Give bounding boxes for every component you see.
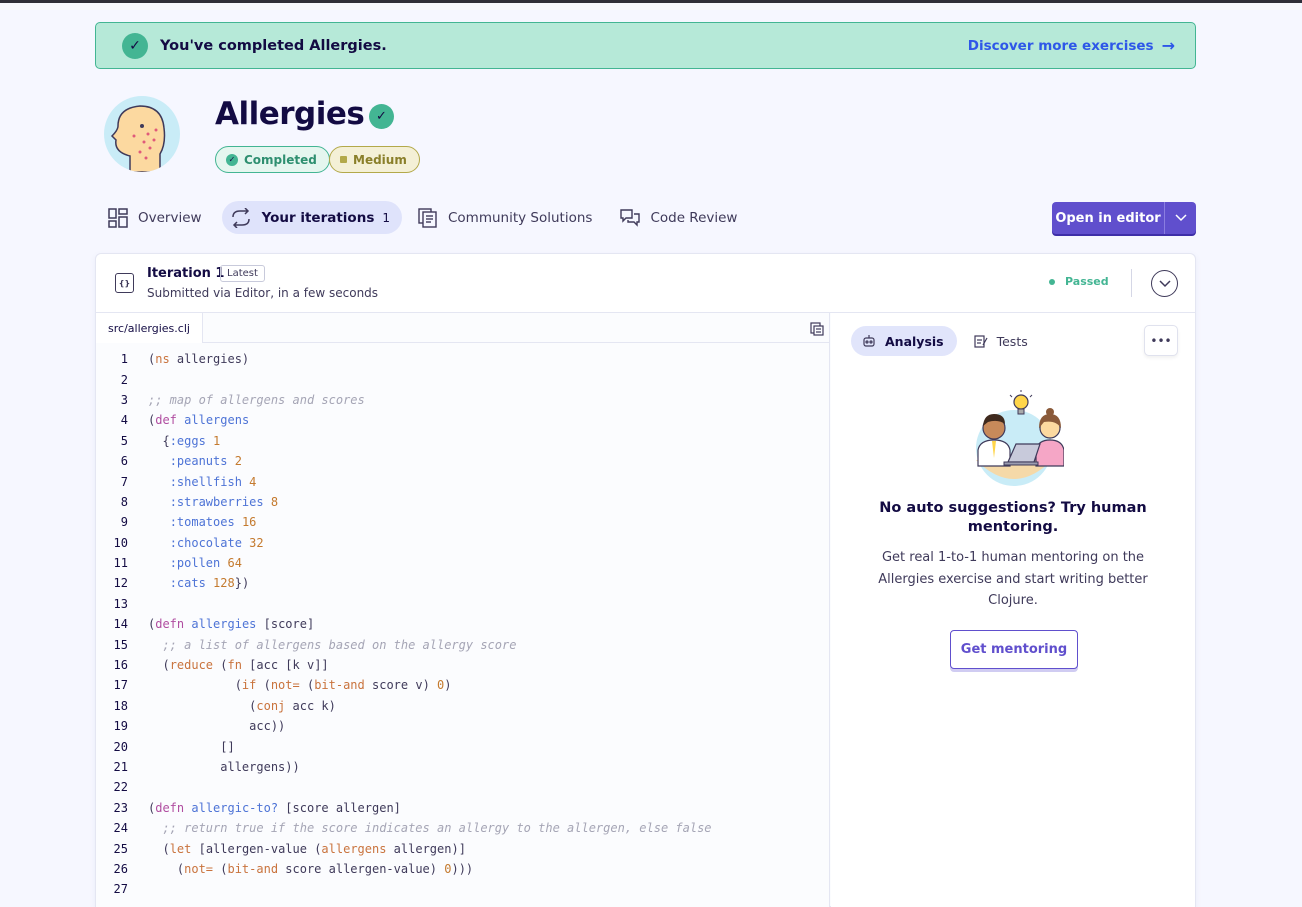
code-review-icon	[620, 208, 641, 227]
code-line: 26 (not= (bit-and score allergen-value) …	[113, 861, 474, 876]
completed-check-icon: ✓	[369, 104, 394, 129]
robot-icon	[863, 335, 875, 347]
code-line: 6 :peanuts 2	[120, 454, 242, 469]
arrow-right-icon: →	[1161, 36, 1175, 55]
discover-link-label: Discover more exercises	[967, 37, 1154, 54]
community-icon	[418, 207, 437, 228]
code-line: 21 allergens))	[113, 760, 300, 774]
file-tab[interactable]: src/allergies.clj	[96, 313, 203, 343]
page-title: Allergies	[215, 96, 365, 132]
code-line: 5 {:eggs 1	[120, 433, 221, 448]
tests-status: Passed	[1049, 275, 1109, 288]
iterations-icon	[231, 207, 250, 228]
chevron-down-icon[interactable]	[1165, 214, 1196, 222]
latest-badge: Latest	[220, 265, 265, 282]
iteration-header: {} Iteration 1 Latest Submitted via Edit…	[96, 254, 1195, 313]
code-line: 24 ;; return true if the score indicates…	[113, 821, 712, 836]
code-line: 3;; map of allergens and scores	[120, 392, 365, 407]
open-editor-label: Open in editor	[1055, 210, 1161, 226]
completed-tag-label: Completed	[244, 152, 317, 167]
top-bar	[0, 0, 1302, 3]
tab-your-iterations[interactable]: Your iterations 1	[221, 201, 402, 234]
mentoring-heading: No auto suggestions? Try human mentoring…	[879, 500, 1147, 535]
analysis-panel: Analysis Tests ••• No auto suggestions? …	[831, 313, 1195, 907]
code-line: 10 :chocolate 32	[113, 535, 264, 550]
code-line: 25 (let [allergen-value (allergens aller…	[113, 841, 466, 856]
code-line: 9 :tomatoes 16	[120, 515, 257, 530]
tab-code-review[interactable]: Code Review	[612, 201, 749, 234]
iteration-subtitle: Submitted via Editor, in a few seconds	[147, 286, 379, 300]
code-line: 19 acc))	[113, 719, 286, 734]
code-line: 13	[113, 596, 128, 611]
divider	[1131, 269, 1132, 297]
tab-overview-label: Overview	[138, 209, 202, 226]
tab-analysis-label: Analysis	[885, 333, 944, 349]
mentoring-illustration	[964, 388, 1065, 488]
analysis-tabs: Analysis Tests	[851, 326, 1041, 356]
code-line: 2	[120, 372, 128, 387]
code-line: 27	[113, 882, 128, 897]
code-line: 1 (ns allergies)	[120, 352, 250, 367]
code-line: 11 :pollen 64	[113, 556, 242, 571]
tab-overview[interactable]: Overview	[100, 201, 214, 234]
code-line: 17 (if (not= (bit-and score v) 0)	[113, 678, 452, 693]
status-label: Passed	[1065, 275, 1109, 288]
difficulty-icon	[340, 156, 347, 163]
tab-code-review-label: Code Review	[650, 209, 738, 226]
code-line: 22	[113, 780, 128, 795]
completion-banner: ✓ You've completed Allergies. Discover m…	[95, 22, 1196, 69]
code-viewer: src/allergies.clj 1 (ns allergies) 2 3;; …	[96, 313, 830, 907]
tab-analysis[interactable]: Analysis	[851, 326, 957, 356]
iteration-title: Iteration 1	[147, 266, 225, 281]
tab-tests[interactable]: Tests	[963, 326, 1041, 356]
collapse-button[interactable]	[1151, 270, 1178, 297]
exercise-tabs: Overview Your iterations 1 Community Sol…	[100, 201, 757, 234]
code-line: 20 []	[113, 739, 235, 754]
mentoring-description: Get real 1-to-1 human mentoring on the A…	[878, 550, 1148, 608]
difficulty-tag: Medium	[329, 146, 420, 173]
open-in-editor-button[interactable]: Open in editor	[1052, 202, 1196, 234]
code-line: 15 ;; a list of allergens based on the a…	[113, 637, 517, 652]
code-line: 4 (def allergens	[120, 413, 250, 428]
tab-community-solutions[interactable]: Community Solutions	[410, 201, 604, 234]
code-line: 14 (defn allergies [score]	[113, 617, 315, 632]
exercise-icon	[104, 96, 180, 172]
get-mentoring-button[interactable]: Get mentoring	[950, 630, 1078, 669]
discover-exercises-link[interactable]: Discover more exercises →	[968, 36, 1175, 55]
code-line: 12 :cats 128})	[113, 576, 250, 591]
tests-icon	[974, 335, 988, 348]
banner-message: You've completed Allergies.	[160, 37, 387, 54]
copy-icon[interactable]	[810, 321, 824, 340]
file-tabs: src/allergies.clj	[96, 313, 829, 343]
tab-tests-label: Tests	[996, 333, 1028, 349]
status-dot-icon	[1049, 278, 1055, 285]
iterations-count: 1	[382, 210, 390, 225]
chevron-down-icon	[1158, 279, 1171, 287]
code-line: 8 :strawberries 8	[120, 494, 279, 509]
difficulty-tag-label: Medium	[353, 152, 407, 167]
code-lines: 1 (ns allergies) 2 3;; map of allergens a…	[96, 349, 829, 900]
code-line: 7 :shellfish 4	[120, 474, 257, 489]
tab-community-label: Community Solutions	[448, 209, 593, 226]
iteration-panel: {} Iteration 1 Latest Submitted via Edit…	[95, 253, 1196, 907]
code-line: 16 (reduce (fn [acc [k v]]	[113, 658, 329, 673]
code-line: 23 (defn allergic-to? [score allergen]	[113, 800, 401, 815]
check-icon: ✓	[122, 32, 148, 59]
check-icon: ✓	[226, 153, 238, 166]
code-file-icon: {}	[115, 273, 134, 293]
tab-iterations-label: Your iterations	[261, 209, 375, 226]
code-line: 18 (conj acc k)	[113, 698, 336, 713]
completed-tag: ✓ Completed	[215, 146, 330, 173]
overview-icon	[108, 207, 128, 228]
more-options-button[interactable]: •••	[1144, 325, 1178, 356]
